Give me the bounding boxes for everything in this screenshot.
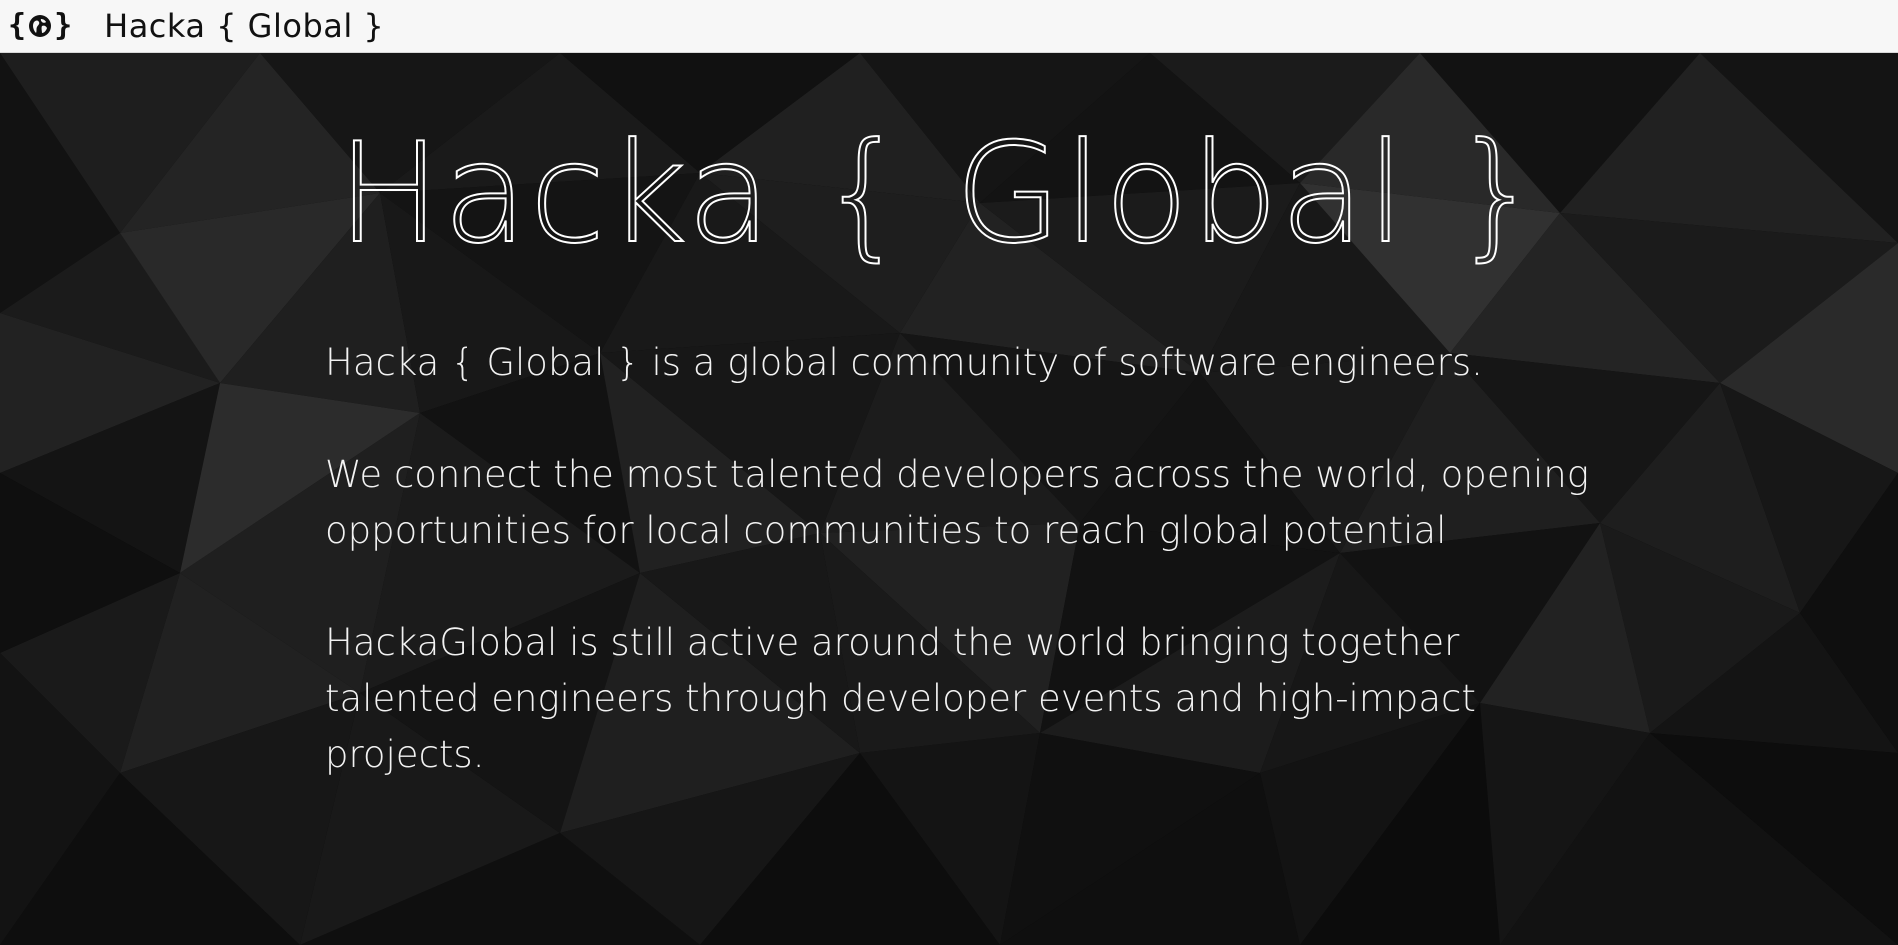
hero-title-text: Hacka { Global }	[337, 125, 1543, 265]
logo[interactable]: { }	[8, 0, 72, 53]
hero-title: Hacka { Global }	[0, 125, 1880, 265]
logo-close-brace: }	[54, 8, 73, 43]
logo-open-brace: {	[8, 8, 27, 43]
brand-title[interactable]: Hacka { Global }	[104, 7, 384, 45]
hero-content: Hacka { Global } is a global community o…	[325, 335, 1625, 839]
hero-section: Hacka { Global } Hacka { Global } is a g…	[0, 53, 1898, 945]
top-navbar: { } Hacka { Global }	[0, 0, 1898, 53]
intro-paragraph: Hacka { Global } is a global community o…	[325, 341, 1483, 384]
mission-paragraph: We connect the most talented developers …	[325, 453, 1589, 552]
status-paragraph: HackaGlobal is still active around the w…	[325, 621, 1476, 776]
globe-icon	[29, 15, 52, 37]
